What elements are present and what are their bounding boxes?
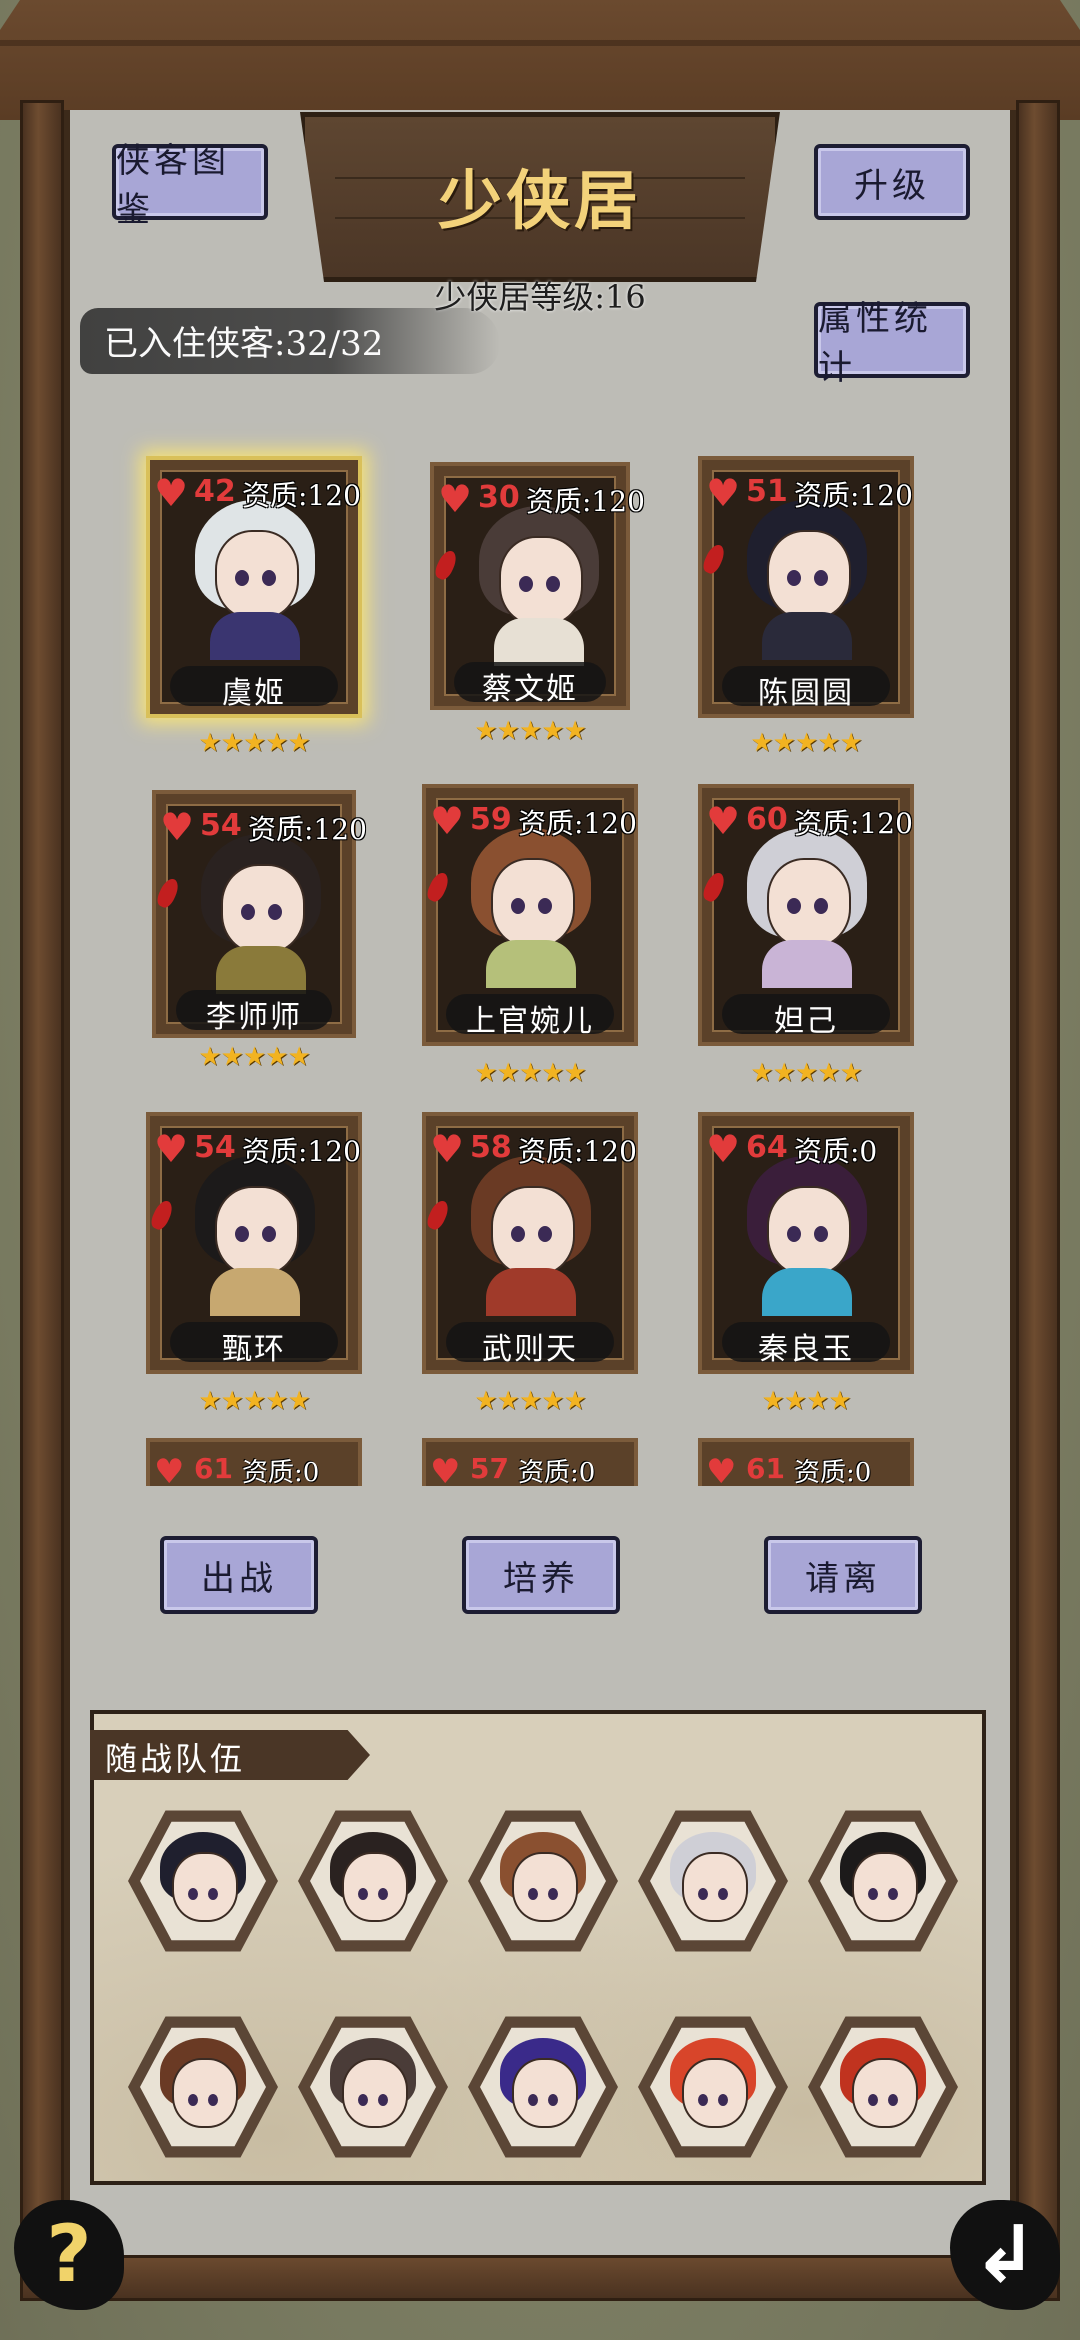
hero-hp: 54	[200, 808, 242, 843]
resident-count: 已入住侠客:32/32	[104, 324, 384, 364]
hero-stars: ★★★★★	[750, 1058, 863, 1088]
hero-card[interactable]: ♥ 59 资质:120 上官婉儿	[422, 784, 638, 1046]
help-icon: ?	[46, 2210, 92, 2300]
heart-icon: ♥	[160, 805, 195, 849]
hero-stars: ★★★★★	[474, 1386, 587, 1416]
heart-icon: ♥	[438, 477, 473, 521]
hero-card[interactable]: ♥ 60 资质:120 妲己	[698, 784, 914, 1046]
deploy-button[interactable]: 出战	[160, 1536, 318, 1614]
handbook-button[interactable]: 侠客图鉴	[112, 141, 268, 230]
hero-hp: 58	[470, 1130, 512, 1165]
hero-aptitude: 资质:0	[518, 1458, 596, 1486]
hero-hp: 59	[470, 802, 512, 837]
heart-icon: ♥	[154, 1127, 189, 1171]
hero-stars: ★★★★★	[750, 728, 863, 758]
hero-stars: ★★★★	[761, 1386, 851, 1416]
hero-hp: 61	[194, 1452, 233, 1485]
dismiss-button[interactable]: 请离	[764, 1536, 922, 1614]
hero-card[interactable]: ♥ 64 资质:0 秦良玉	[698, 1112, 914, 1374]
hero-name: 妲己	[774, 1004, 838, 1039]
hero-hp: 30	[478, 480, 520, 515]
hero-hp: 42	[194, 474, 236, 509]
upgrade-button[interactable]: 升级	[814, 144, 970, 220]
hero-card[interactable]: ♥ 54 资质:120 李师师	[152, 790, 367, 1038]
heart-icon: ♥	[706, 1452, 737, 1486]
hero-stars: ★★★★★	[198, 1386, 311, 1416]
hero-hp: 61	[746, 1452, 785, 1485]
heart-icon: ♥	[154, 1452, 185, 1486]
hero-stars: ★★★★★	[474, 1058, 587, 1088]
heart-icon: ♥	[430, 1127, 465, 1171]
roof-beam	[0, 0, 1080, 120]
left-post	[20, 100, 64, 2300]
hero-hp: 54	[194, 1130, 236, 1165]
hero-card[interactable]: ♥ 51 资质:120 陈圆圆	[698, 456, 914, 718]
hero-aptitude: 资质:120	[242, 1135, 361, 1168]
hero-card[interactable]: ♥ 58 资质:120 武则天	[422, 1112, 638, 1374]
hero-card[interactable]: ♥ 30 资质:120 蔡文姬	[430, 462, 645, 710]
heart-icon: ♥	[706, 471, 741, 515]
hero-name: 秦良玉	[758, 1332, 854, 1367]
hero-stars: ★★★★★	[198, 728, 311, 758]
heart-icon: ♥	[706, 1127, 741, 1171]
hero-stars: ★★★★★	[198, 1042, 311, 1072]
hero-aptitude: 资质:120	[526, 485, 645, 518]
hero-card-partial[interactable]: ♥ 57 资质:0	[422, 1438, 638, 1486]
heart-icon: ♥	[706, 799, 741, 843]
page-title: 少侠居	[438, 164, 642, 239]
hero-name: 蔡文姬	[482, 672, 578, 707]
back-icon: ↲	[972, 2210, 1038, 2300]
hero-aptitude: 资质:120	[794, 479, 913, 512]
hero-name: 李师师	[206, 1000, 302, 1035]
hero-hp: 60	[746, 802, 788, 837]
hero-hp: 57	[470, 1452, 509, 1485]
heart-icon: ♥	[154, 471, 189, 515]
hero-card[interactable]: ♥ 42 资质:120 虞姬	[146, 456, 362, 718]
right-post	[1016, 100, 1060, 2300]
hero-aptitude: 资质:120	[794, 807, 913, 840]
hero-aptitude: 资质:120	[248, 813, 367, 846]
bottom-beam	[20, 2255, 1060, 2301]
hero-card[interactable]: ♥ 54 资质:120 甄环	[146, 1112, 362, 1374]
hero-name: 武则天	[482, 1332, 578, 1367]
hero-card-partial[interactable]: ♥ 61 资质:0	[146, 1438, 362, 1486]
heart-icon: ♥	[430, 799, 465, 843]
hero-hp: 64	[746, 1130, 788, 1165]
hero-name: 虞姬	[222, 676, 286, 711]
hero-aptitude: 资质:120	[518, 1135, 637, 1168]
hero-aptitude: 资质:0	[794, 1458, 872, 1486]
hero-aptitude: 资质:120	[518, 807, 637, 840]
train-button[interactable]: 培养	[462, 1536, 620, 1614]
hero-aptitude: 资质:120	[242, 479, 361, 512]
hero-stars: ★★★★★	[474, 716, 587, 746]
team-label: 随战队伍	[105, 1740, 246, 1778]
hero-aptitude: 资质:0	[794, 1135, 878, 1168]
hero-name: 上官婉儿	[466, 1004, 594, 1039]
hero-card-partial[interactable]: ♥ 61 资质:0	[698, 1438, 914, 1486]
stats-button[interactable]: 属性统计	[814, 299, 970, 388]
heart-icon: ♥	[430, 1452, 461, 1486]
hero-hp: 51	[746, 474, 788, 509]
hero-name: 甄环	[222, 1332, 286, 1367]
hero-name: 陈圆圆	[758, 676, 854, 711]
hero-aptitude: 资质:0	[242, 1458, 320, 1486]
